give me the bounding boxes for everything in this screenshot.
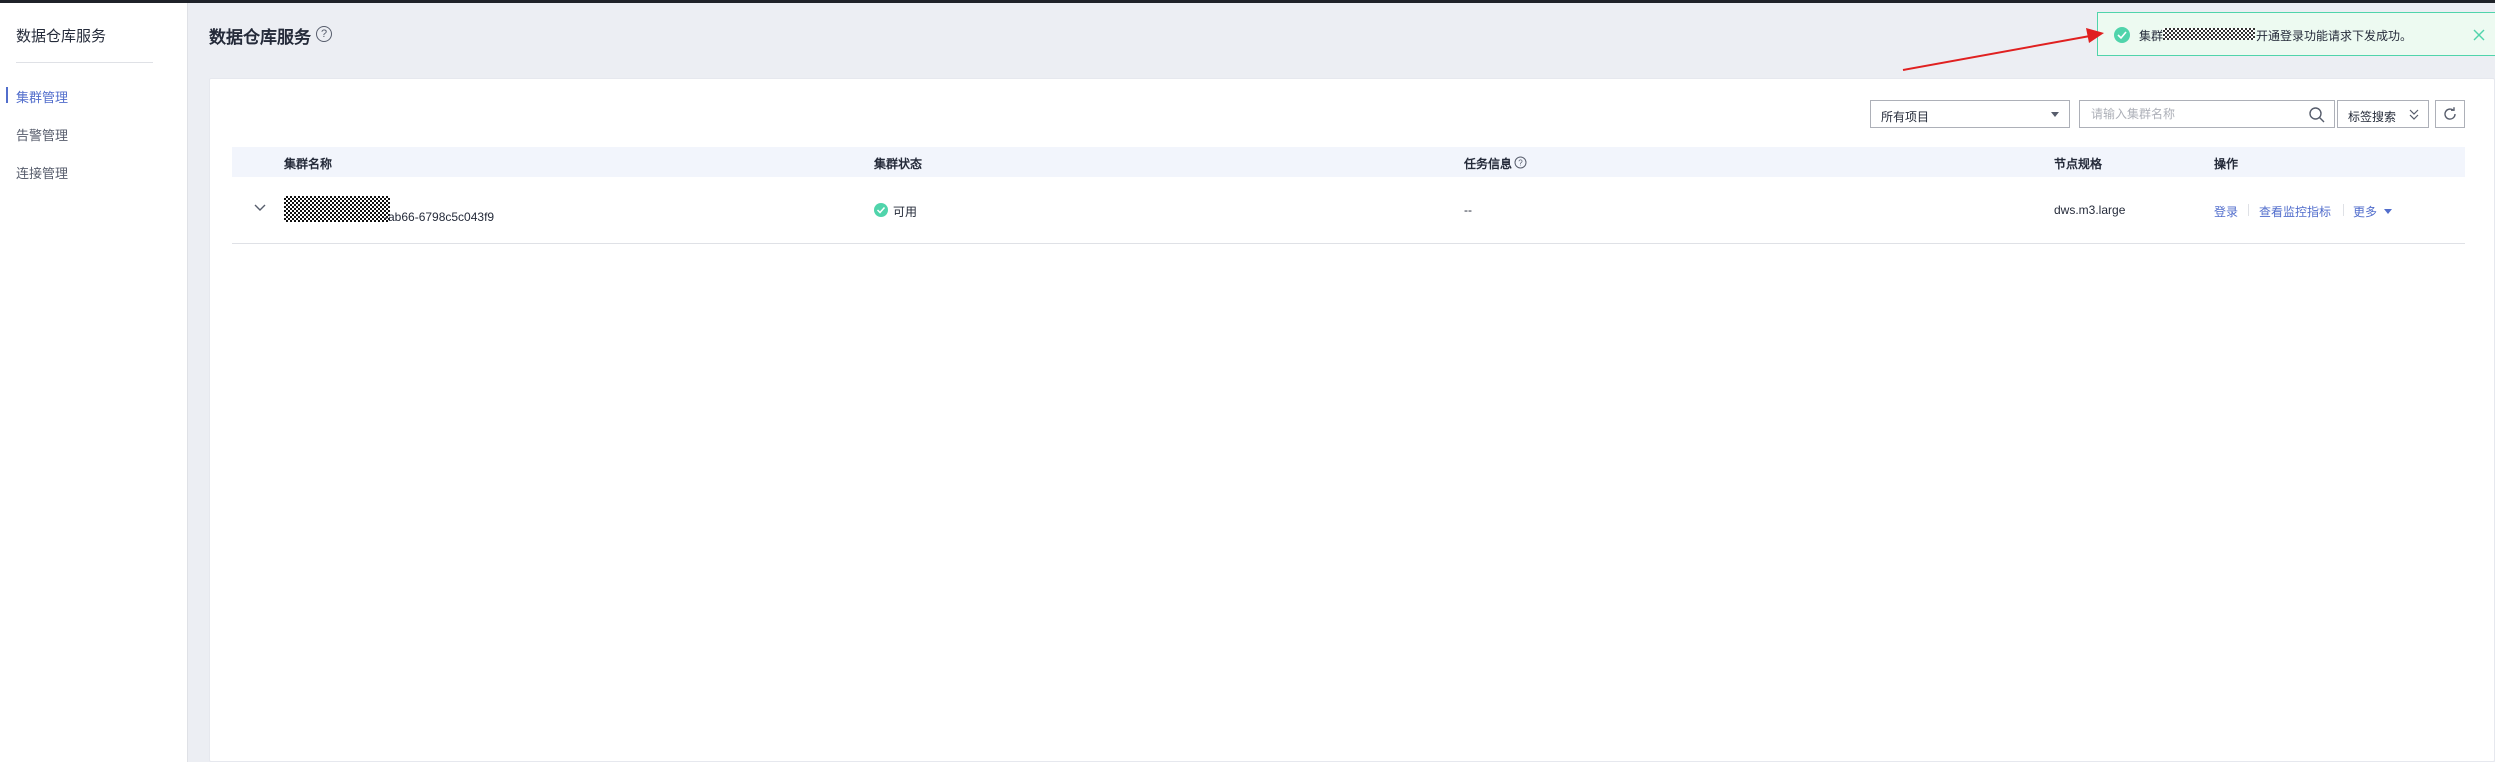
column-header-cluster-name: 集群名称 [284,157,333,171]
chevron-down-icon[interactable] [253,203,267,213]
tag-search-button[interactable]: 标签搜索 [2337,100,2429,128]
notification-message: 开通登录功能请求下发成功。 [2256,29,2413,43]
double-chevron-down-icon [2409,109,2419,120]
success-notification: 集群 开通登录功能请求下发成功。 [2097,12,2495,56]
cluster-name-redacted [284,196,390,222]
sidebar-item-cluster-management[interactable]: 集群管理 [0,81,188,109]
sidebar-item-connection-management[interactable]: 连接管理 [0,157,188,185]
action-separator [2248,204,2249,216]
sidebar-item-label: 集群管理 [16,90,69,105]
tag-search-label: 标签搜索 [2348,110,2397,124]
check-circle-icon [2114,27,2130,43]
sidebar-divider [16,62,153,63]
notification-prefix: 集群 [2139,29,2164,43]
notification-cluster-redacted [2163,28,2255,40]
top-bar [0,0,2495,3]
column-header-operations: 操作 [2214,157,2239,171]
sidebar-item-alarm-management[interactable]: 告警管理 [0,119,188,147]
sidebar-item-label: 告警管理 [16,128,69,143]
table-row-divider [232,243,2465,244]
task-info-help-icon[interactable]: ? [1514,156,1527,169]
page-title: 数据仓库服务 [209,28,311,47]
table-header: 集群名称 集群状态 任务信息 ? 节点规格 操作 [232,147,2465,177]
project-select-value: 所有项目 [1881,110,1930,124]
sidebar: 数据仓库服务 集群管理 告警管理 连接管理 [0,3,188,762]
refresh-button[interactable] [2435,100,2465,128]
search-icon[interactable] [2308,106,2326,124]
svg-text:?: ? [1518,159,1523,168]
column-header-task-info: 任务信息 [1464,157,1513,171]
action-separator [2343,204,2344,216]
node-spec-value: dws.m3.large [2054,203,2126,217]
login-link[interactable]: 登录 [2214,203,2238,220]
cluster-name-link[interactable]: -ab66-6798c5c043f9 [384,210,494,224]
task-info-value: -- [1464,203,1472,217]
cluster-list-card [209,78,2495,762]
close-icon[interactable] [2472,28,2486,42]
caret-down-icon [2384,209,2392,214]
refresh-icon [2444,107,2456,120]
more-actions-link[interactable]: 更多 [2353,203,2377,220]
sidebar-item-label: 连接管理 [16,166,69,181]
caret-down-icon [2051,112,2059,117]
cluster-status: 可用 [893,205,918,219]
cluster-search-input[interactable] [2081,102,2301,126]
help-icon[interactable]: ? [316,26,332,42]
sidebar-title: 数据仓库服务 [16,28,107,45]
column-header-cluster-status: 集群状态 [874,157,923,171]
view-monitoring-link[interactable]: 查看监控指标 [2259,203,2331,220]
cluster-search-box[interactable] [2079,100,2335,128]
check-circle-icon [874,203,888,217]
project-select[interactable]: 所有项目 [1870,100,2070,128]
column-header-node-spec: 节点规格 [2054,157,2103,171]
